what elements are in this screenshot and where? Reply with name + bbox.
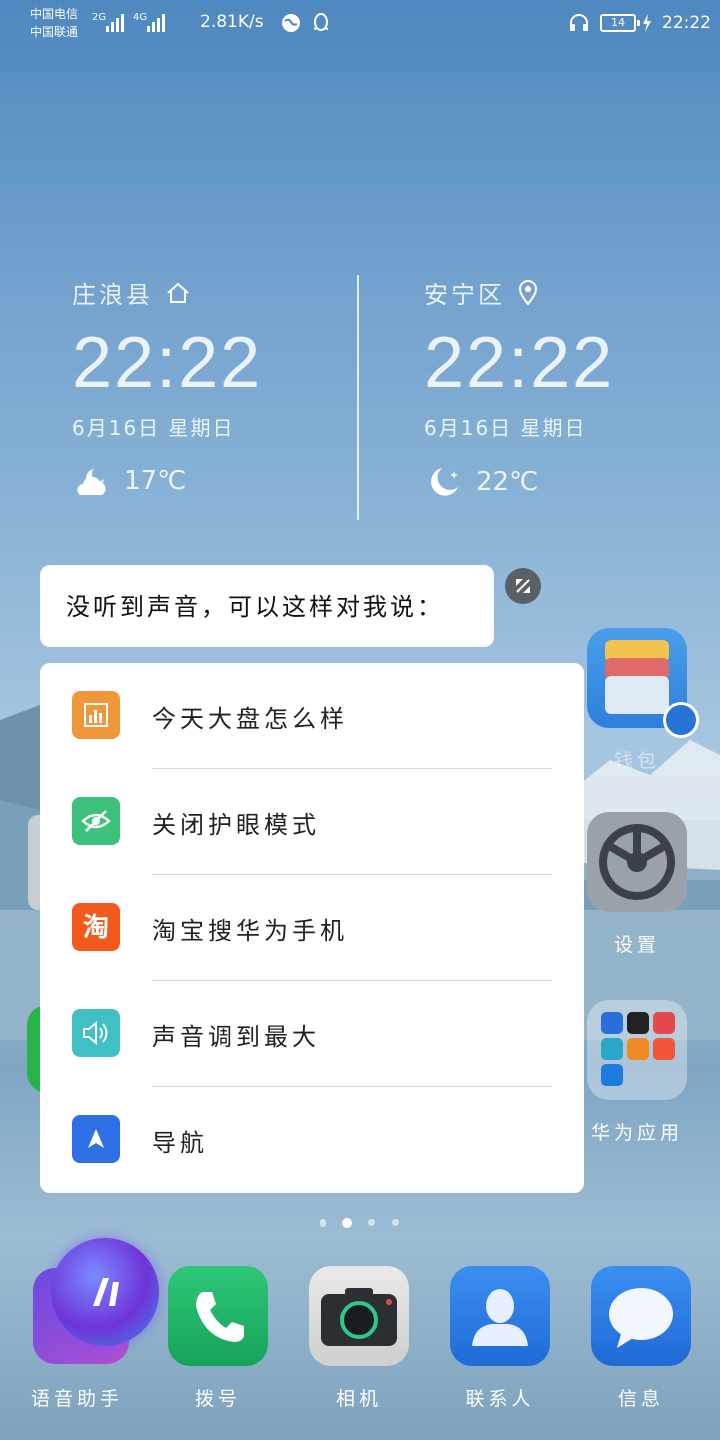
page-indicator[interactable]: [316, 1215, 406, 1231]
network-speed: 2.81K/s: [200, 12, 264, 32]
page-dot: [368, 1219, 375, 1226]
suggestion-label: 淘宝搜华为手机: [152, 917, 348, 945]
net-type-2: 4G: [133, 12, 147, 23]
temperature: 17℃: [124, 466, 187, 496]
clock-city: 庄浪县: [72, 275, 372, 310]
suggestion-label: 导航: [152, 1129, 208, 1157]
camera-icon: [309, 1266, 409, 1366]
clock-widget-location[interactable]: 安宁区 22:22 6月16日 星期日 22℃: [424, 275, 720, 499]
app-label: 信息: [617, 1388, 664, 1410]
carrier-labels: 中国电信 中国联通: [30, 5, 78, 41]
page-dot: [320, 1219, 326, 1227]
net-type-1: 2G: [92, 12, 106, 23]
contacts-person-icon: [450, 1266, 550, 1366]
app-messages[interactable]: 信息: [586, 1266, 696, 1411]
clock-date: 6月16日 星期日: [72, 416, 235, 440]
voice-assistant-icon: [27, 1238, 159, 1366]
suggestion-item[interactable]: 声音调到最大: [40, 981, 584, 1087]
page-dot-active: [342, 1218, 352, 1228]
battery-indicator: 14: [600, 14, 640, 32]
status-time: 22:22: [662, 13, 711, 33]
temperature: 22℃: [476, 467, 539, 497]
moon-icon: [431, 468, 458, 496]
app-label: 钱包: [613, 750, 660, 772]
page-dot: [392, 1219, 399, 1226]
carrier-2: 中国联通: [30, 25, 79, 39]
suggestion-item[interactable]: 今天大盘怎么样: [40, 663, 584, 769]
city-name: 庄浪县: [72, 281, 153, 309]
app-voice-assistant[interactable]: 语音助手: [22, 1238, 159, 1411]
signal-4g-icon: 4G: [133, 12, 165, 32]
app-label: 语音助手: [30, 1388, 123, 1410]
location-pin-icon: [518, 279, 538, 306]
home-icon: [167, 282, 189, 303]
clock-time: 22:22: [72, 323, 263, 403]
cloud-moon-icon: [77, 469, 106, 495]
app-label: 相机: [335, 1388, 382, 1410]
taobao-icon: 淘: [72, 903, 120, 951]
signal-2g-icon: 2G: [92, 12, 124, 32]
globe-icon: [282, 14, 300, 32]
headphones-icon: [570, 14, 588, 31]
settings-gear-icon: [587, 812, 687, 912]
carrier-1: 中国电信: [30, 7, 79, 21]
verified-badge-icon: [663, 702, 699, 738]
charging-icon: [643, 14, 651, 32]
wallet-icon: [587, 628, 699, 738]
message-bubble-icon: [591, 1266, 691, 1366]
clock-divider: [357, 275, 359, 520]
suggestions-panel: 今天大盘怎么样 关闭护眼模式 淘 淘宝搜华为手机 声音调到最大 导航: [40, 663, 584, 1193]
expand-button[interactable]: [505, 568, 541, 604]
folder-icon: [587, 1000, 687, 1100]
phone-icon: [168, 1266, 268, 1366]
status-bar: 中国电信 中国联通 2G 4G 2.81K/s 14 22:22: [0, 0, 720, 50]
suggestion-label: 声音调到最大: [152, 1023, 320, 1051]
assistant-prompt-text: 没听到声音，可以这样对我说：: [66, 593, 444, 621]
app-label: 华为应用: [590, 1122, 683, 1144]
navigation-arrow-icon: [72, 1115, 120, 1163]
app-settings[interactable]: 设置: [582, 812, 692, 957]
app-phone[interactable]: 拨号: [163, 1266, 273, 1411]
suggestion-item[interactable]: 关闭护眼模式: [40, 769, 584, 875]
clock-widget-home[interactable]: 庄浪县 22:22 6月16日 星期日 17℃: [72, 275, 372, 497]
weather-row: 22℃: [424, 465, 720, 499]
suggestion-item[interactable]: 淘 淘宝搜华为手机: [40, 875, 584, 981]
qq-icon: [313, 13, 329, 31]
assistant-prompt-bubble: 没听到声音，可以这样对我说：: [40, 565, 494, 647]
eye-off-icon: [72, 797, 120, 845]
suggestion-item[interactable]: 导航: [40, 1087, 584, 1193]
svg-text:淘: 淘: [83, 913, 109, 943]
app-label: 联系人: [465, 1388, 535, 1410]
city-name: 安宁区: [424, 281, 505, 309]
expand-arrows-icon: [516, 579, 530, 593]
clock-city: 安宁区: [424, 275, 720, 310]
stock-chart-icon: [72, 691, 120, 739]
app-folder-huawei[interactable]: 华为应用: [582, 1000, 692, 1145]
app-wallet[interactable]: 钱包: [582, 628, 699, 773]
app-camera[interactable]: 相机: [304, 1266, 414, 1411]
clock-time: 22:22: [424, 323, 615, 403]
app-contacts[interactable]: 联系人: [445, 1266, 555, 1411]
suggestion-label: 今天大盘怎么样: [152, 705, 348, 733]
volume-icon: [72, 1009, 120, 1057]
app-label: 拨号: [194, 1388, 241, 1410]
app-label: 设置: [613, 934, 660, 956]
clock-date: 6月16日 星期日: [424, 416, 587, 440]
suggestion-label: 关闭护眼模式: [152, 811, 320, 839]
weather-row: 17℃: [72, 465, 372, 497]
